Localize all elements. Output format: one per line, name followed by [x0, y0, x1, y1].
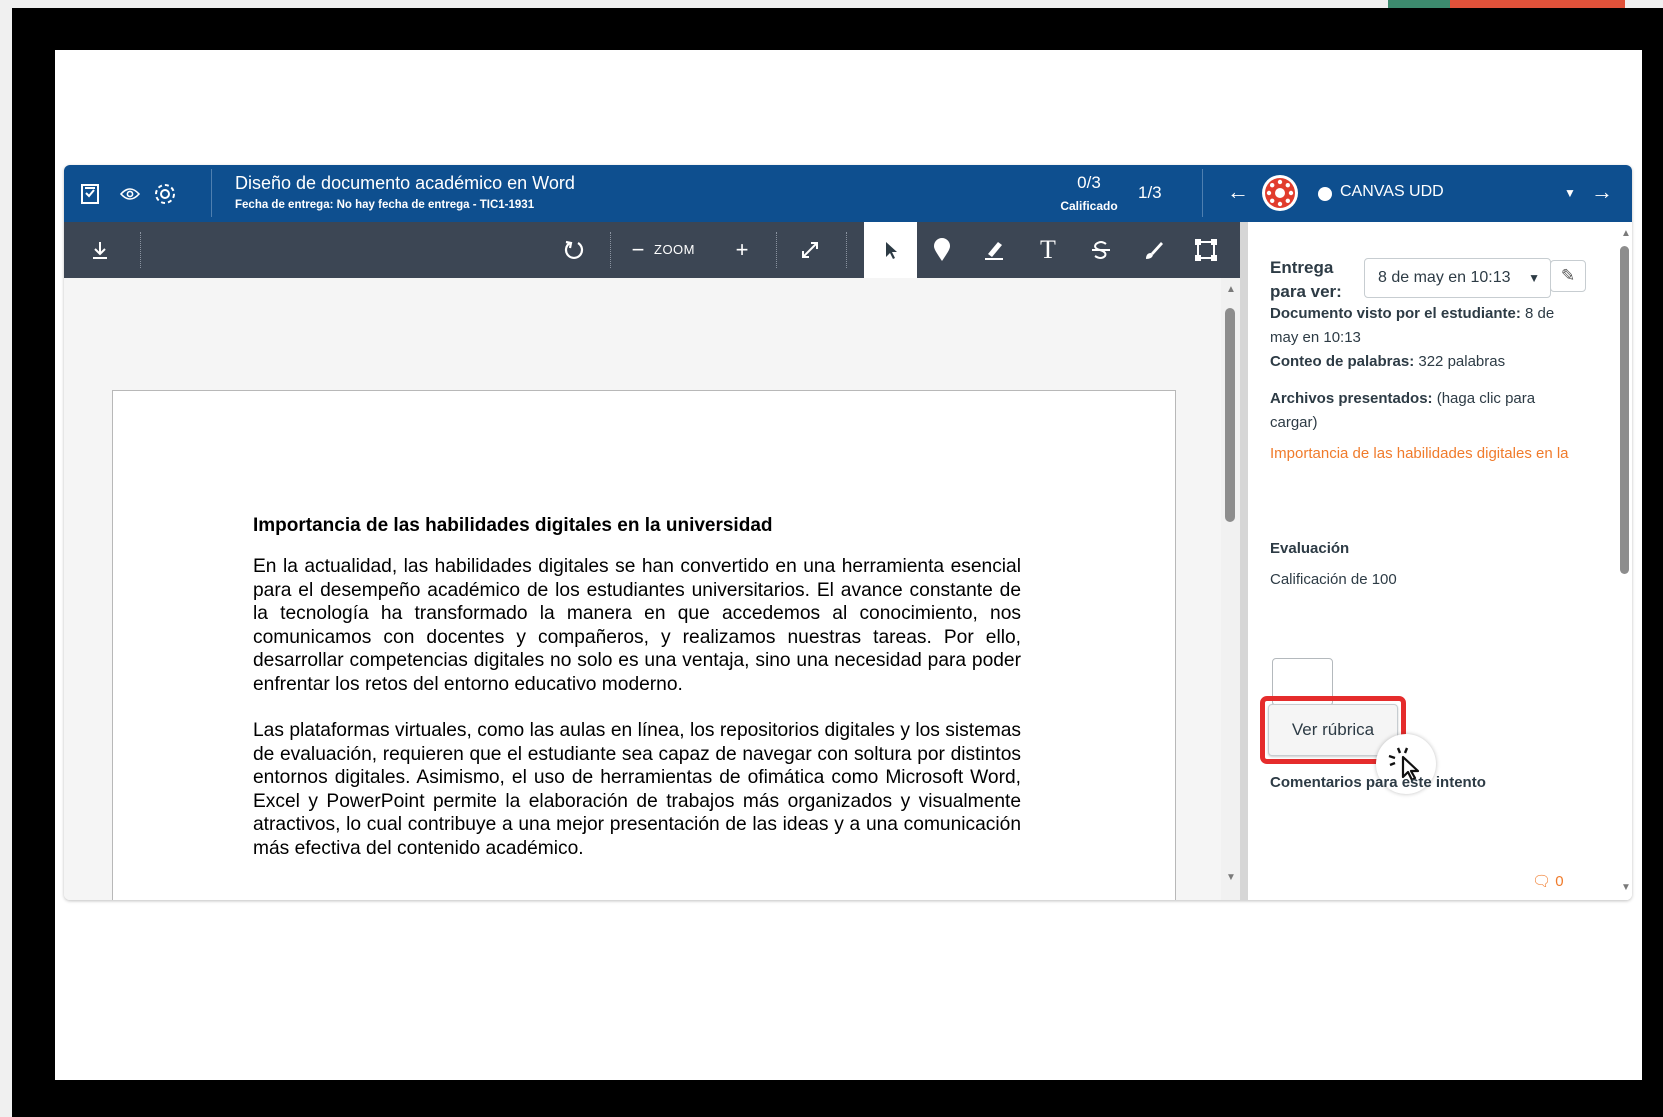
- document-paragraph: En la actualidad, las habilidades digita…: [253, 556, 1021, 695]
- document-content: Importancia de las habilidades digitales…: [253, 515, 1021, 883]
- zoom-out-icon[interactable]: −: [624, 222, 652, 278]
- select-pointer-icon[interactable]: [864, 222, 917, 278]
- chevron-down-icon[interactable]: ▼: [1564, 186, 1576, 200]
- paperclip-icon[interactable]: ✎: [1550, 260, 1586, 292]
- zoom-in-icon[interactable]: +: [728, 222, 756, 278]
- panel-resize-handle[interactable]: [1240, 222, 1248, 900]
- files-label: Archivos presentados:: [1270, 390, 1433, 407]
- grading-panel: Entrega para ver: 8 de may en 10:13 ▼ ✎ …: [1248, 222, 1632, 900]
- zoom-label: ZOOM: [654, 242, 695, 257]
- student-position: 1/3: [1138, 183, 1162, 202]
- submission-select[interactable]: 8 de may en 10:13 ▼: [1364, 258, 1551, 298]
- header-bar: Diseño de documento académico en Word Fe…: [64, 165, 1632, 222]
- student-selector[interactable]: CANVAS UDD: [1340, 183, 1444, 201]
- area-icon[interactable]: [1184, 222, 1228, 278]
- assessment-heading: Evaluación: [1270, 540, 1350, 557]
- comment-count[interactable]: 🗨 0: [1532, 872, 1564, 890]
- document-heading: Importancia de las habilidades digitales…: [253, 515, 773, 536]
- annotation-toolbar: − ZOOM + T: [64, 222, 1240, 278]
- decor-bar-red: [1450, 0, 1625, 8]
- scroll-down-icon[interactable]: ▼: [1226, 872, 1236, 883]
- wordcount-label: Conteo de palabras:: [1270, 353, 1415, 370]
- header-divider: [1202, 169, 1203, 217]
- decor-bar-green: [1388, 0, 1450, 8]
- eye-icon[interactable]: [117, 181, 143, 207]
- graded-label: Calificado: [1060, 199, 1118, 213]
- comment-icon: 🗨: [1532, 873, 1556, 890]
- strikeout-icon[interactable]: [1079, 222, 1123, 278]
- chevron-down-icon: ▼: [1528, 271, 1540, 285]
- document-paragraph: Las plataformas virtuales, como las aula…: [253, 720, 1021, 859]
- avatar: [1262, 175, 1298, 211]
- document-page[interactable]: Importancia de las habilidades digitales…: [112, 390, 1176, 900]
- highlight-icon[interactable]: [972, 222, 1016, 278]
- toolbar-divider: [610, 232, 611, 268]
- speedgrader-window: Diseño de documento académico en Word Fe…: [64, 165, 1632, 900]
- viewed-label: Documento visto por el estudiante:: [1270, 305, 1521, 322]
- gradebook-icon[interactable]: [77, 181, 103, 207]
- panel-scrollbar-thumb[interactable]: [1620, 246, 1629, 574]
- comments-heading: Comentarios para este intento: [1270, 774, 1486, 791]
- document-viewer[interactable]: Importancia de las habilidades digitales…: [64, 278, 1240, 900]
- scroll-up-icon[interactable]: ▲: [1621, 228, 1631, 239]
- status-dot: [1318, 187, 1332, 201]
- header-divider: [211, 169, 212, 217]
- toolbar-divider: [140, 232, 141, 268]
- wordcount-value: 322 palabras: [1414, 353, 1506, 370]
- gear-icon[interactable]: [152, 181, 178, 207]
- viewed-info: Documento visto por el estudiante: 8 de …: [1270, 302, 1570, 350]
- point-pin-icon[interactable]: [920, 222, 964, 278]
- files-info: Archivos presentados: (haga clic para ca…: [1270, 387, 1570, 435]
- text-icon[interactable]: T: [1026, 222, 1070, 278]
- due-date: Fecha de entrega: No hay fecha de entreg…: [235, 199, 535, 211]
- grade-label: Calificación de 100: [1270, 571, 1397, 588]
- fullscreen-icon[interactable]: [790, 222, 830, 278]
- submission-label: Entrega para ver:: [1270, 258, 1342, 301]
- scroll-up-icon[interactable]: ▲: [1226, 284, 1236, 295]
- arrow-right-icon[interactable]: →: [1591, 179, 1613, 205]
- download-icon[interactable]: [82, 222, 118, 278]
- graded-count: 0/3: [1077, 173, 1101, 192]
- arrow-left-icon[interactable]: ←: [1227, 179, 1249, 205]
- scroll-down-icon[interactable]: ▼: [1621, 882, 1631, 893]
- draw-icon[interactable]: [1132, 222, 1176, 278]
- submission-select-value: 8 de may en 10:13: [1378, 269, 1511, 286]
- comment-count-value: 0: [1555, 873, 1564, 890]
- submitted-file-link[interactable]: Importancia de las habilidades digitales…: [1270, 445, 1570, 462]
- assignment-title[interactable]: Diseño de documento académico en Word: [235, 173, 575, 194]
- scrollbar-thumb[interactable]: [1225, 308, 1235, 522]
- toolbar-divider: [846, 232, 847, 268]
- wordcount-info: Conteo de palabras: 322 palabras: [1270, 350, 1570, 374]
- toolbar-divider: [776, 232, 777, 268]
- rotate-icon[interactable]: [554, 222, 594, 278]
